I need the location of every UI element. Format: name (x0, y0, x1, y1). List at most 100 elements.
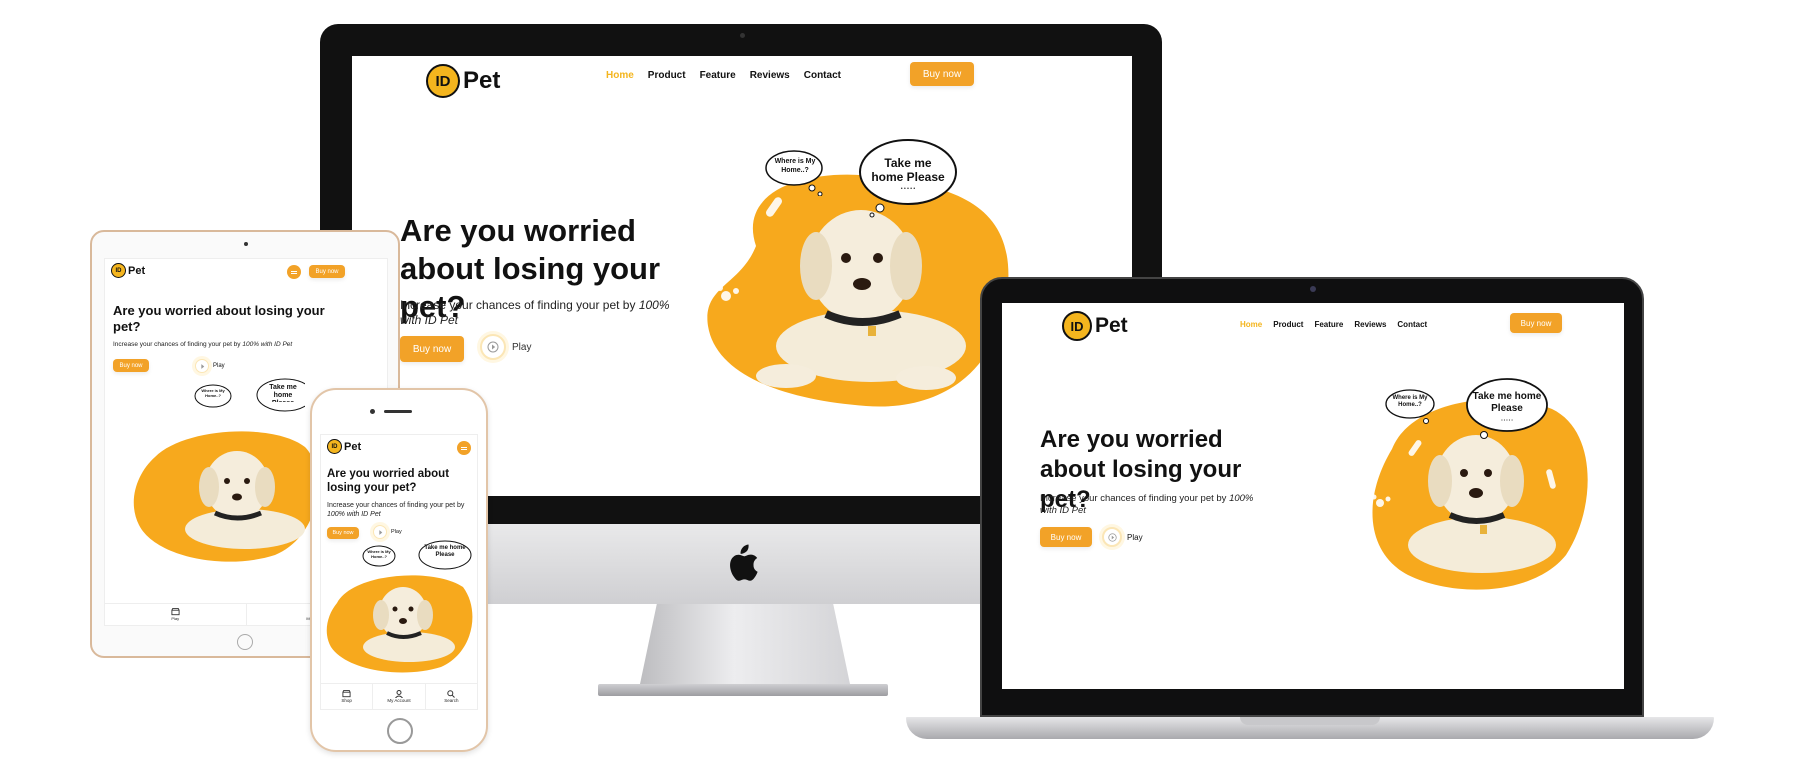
mbp-play-label: Play (1127, 532, 1143, 542)
hero-subtext-prefix: Increase your chances of finding your pe… (400, 298, 639, 312)
phone-hero-buy-button[interactable]: Buy now (327, 527, 359, 539)
phone-device: ID Pet Are you worried about losing your… (310, 388, 488, 752)
mbp-bubble-small: Where is My Home..? (1384, 387, 1438, 427)
phone-nav-account[interactable]: My Account (373, 684, 426, 709)
mbp-subtext-prefix: Increase your chances of finding your pe… (1040, 493, 1230, 504)
bubble-large-dots: • • • • • (900, 186, 916, 192)
tablet-logo[interactable]: ID Pet (111, 263, 145, 278)
tablet-logo-word: Pet (128, 264, 146, 277)
nav-contact[interactable]: Contact (804, 70, 841, 81)
mbp-main-nav: Home Product Feature Reviews Contact (1240, 320, 1427, 329)
mbp-bubble-large: Take me home Please • • • • • (1464, 377, 1550, 443)
imac-camera (740, 33, 745, 38)
apple-logo-icon (730, 544, 758, 581)
nav-feature[interactable]: Feature (700, 70, 736, 81)
tablet-header-buy-button[interactable]: Buy now (309, 265, 345, 278)
macbook-opening-notch (1240, 717, 1380, 725)
tablet-camera (244, 242, 248, 246)
phone-logo-badge: ID (327, 439, 342, 454)
phone-logo-word: Pet (344, 440, 362, 453)
phone-bubble-large-text: Take me home Please (424, 545, 466, 558)
shop-icon (342, 690, 351, 698)
tablet-bubble-large-text: Take me home Please (269, 384, 297, 402)
phone-nav-account-label: My Account (387, 698, 411, 703)
phone-nav-shop-label: Shop (341, 698, 352, 703)
hero-buy-button[interactable]: Buy now (400, 336, 464, 362)
hero-play[interactable]: Play (480, 334, 531, 360)
bubble-large-text: Take me home Please (871, 156, 945, 184)
mbp-header-buy-button[interactable]: Buy now (1510, 313, 1562, 333)
mbp-bubble-small-text: Where is My Home..? (1392, 395, 1428, 408)
phone-play-icon[interactable] (373, 525, 387, 539)
imac-stand-foot (598, 684, 888, 696)
phone-nav-search[interactable]: Search (426, 684, 477, 709)
nav-product[interactable]: Product (648, 70, 686, 81)
tablet-home-button (237, 634, 253, 650)
search-icon (447, 690, 456, 698)
phone-menu-icon[interactable] (457, 441, 471, 455)
tablet-bubble-small: Where is My Home..? (193, 383, 233, 411)
user-icon (395, 690, 403, 698)
phone-nav-search-label: Search (444, 698, 459, 703)
tablet-menu-icon[interactable] (287, 265, 301, 279)
mbp-bubble-large-dots: • • • • • (1501, 417, 1513, 422)
mbp-nav-contact[interactable]: Contact (1397, 320, 1427, 329)
mbp-hero-buy-button[interactable]: Buy now (1040, 527, 1092, 547)
mbp-logo[interactable]: ID Pet (1062, 311, 1128, 341)
phone-subtext-prefix: Increase your chances of finding your pe… (327, 502, 465, 509)
bubble-small-text: Where is My Home..? (774, 158, 816, 174)
phone-bubble-small-text: Where is My Home..? (367, 549, 391, 559)
phone-bubble-large: Take me home Please (417, 539, 473, 575)
imac-stand (640, 604, 850, 684)
tablet-play[interactable]: Play (195, 359, 225, 373)
tablet-subtext: Increase your chances of finding your pe… (113, 341, 353, 348)
mbp-bubble-large-text: Take me home Please (1472, 391, 1542, 414)
tablet-play-icon[interactable] (195, 359, 209, 373)
phone-home-button (387, 718, 413, 744)
tablet-bubble-small-text: Where is My Home..? (201, 388, 225, 398)
play-label: Play (512, 341, 532, 353)
mbp-nav-product[interactable]: Product (1273, 320, 1303, 329)
mbp-play-icon[interactable] (1102, 527, 1122, 547)
phone-nav-shop[interactable]: Shop (321, 684, 374, 709)
mbp-logo-badge: ID (1062, 311, 1092, 341)
play-icon[interactable] (480, 334, 506, 360)
tablet-bubble-large: Take me home Please (255, 377, 305, 417)
mbp-nav-reviews[interactable]: Reviews (1354, 320, 1386, 329)
site-logo[interactable]: ID Pet (426, 64, 500, 98)
nav-home[interactable]: Home (606, 70, 634, 81)
nav-reviews[interactable]: Reviews (750, 70, 790, 81)
header-buy-button[interactable]: Buy now (910, 62, 974, 86)
mbp-nav-feature[interactable]: Feature (1314, 320, 1343, 329)
tablet-subtext-emphasis: 100% with ID Pet (242, 341, 293, 348)
tablet-headline: Are you worried about losing your pet? (113, 303, 325, 334)
logo-word: Pet (463, 67, 501, 94)
macbook-camera (1310, 286, 1316, 292)
tablet-nav-play[interactable]: Play (105, 604, 247, 625)
mbp-nav-home[interactable]: Home (1240, 320, 1262, 329)
phone-bottom-nav: Shop My Account Search (321, 683, 477, 709)
macbook-screen: ID Pet Home Product Feature Reviews Cont… (1002, 303, 1624, 689)
phone-logo[interactable]: ID Pet (327, 439, 361, 454)
tablet-play-label: Play (213, 363, 225, 369)
mbp-play[interactable]: Play (1102, 527, 1143, 547)
shop-icon (171, 608, 180, 616)
hero-subtext: Increase your chances of finding your pe… (400, 298, 690, 328)
logo-badge: ID (426, 64, 460, 98)
phone-headline: Are you worried about losing your pet? (327, 468, 450, 494)
phone-subtext-emphasis: 100% with ID Pet (327, 511, 381, 518)
tablet-nav-play-label: Play (171, 616, 180, 621)
tablet-subtext-prefix: Increase your chances of finding your pe… (113, 341, 243, 348)
speech-bubble-small: Where is My Home..? (764, 148, 828, 196)
phone-camera (370, 409, 375, 414)
phone-speaker (384, 410, 412, 413)
phone-screen: ID Pet Are you worried about losing your… (320, 434, 478, 710)
phone-play[interactable]: Play (373, 525, 402, 539)
speech-bubble-large: Take me home Please • • • • • (856, 138, 960, 218)
main-nav: Home Product Feature Reviews Contact (606, 70, 841, 81)
mbp-logo-word: Pet (1095, 314, 1128, 337)
phone-bubble-small: Where is My Home..? (361, 545, 397, 569)
phone-play-label: Play (391, 529, 402, 535)
phone-subtext: Increase your chances of finding your pe… (327, 501, 467, 519)
tablet-hero-buy-button[interactable]: Buy now (113, 359, 149, 372)
